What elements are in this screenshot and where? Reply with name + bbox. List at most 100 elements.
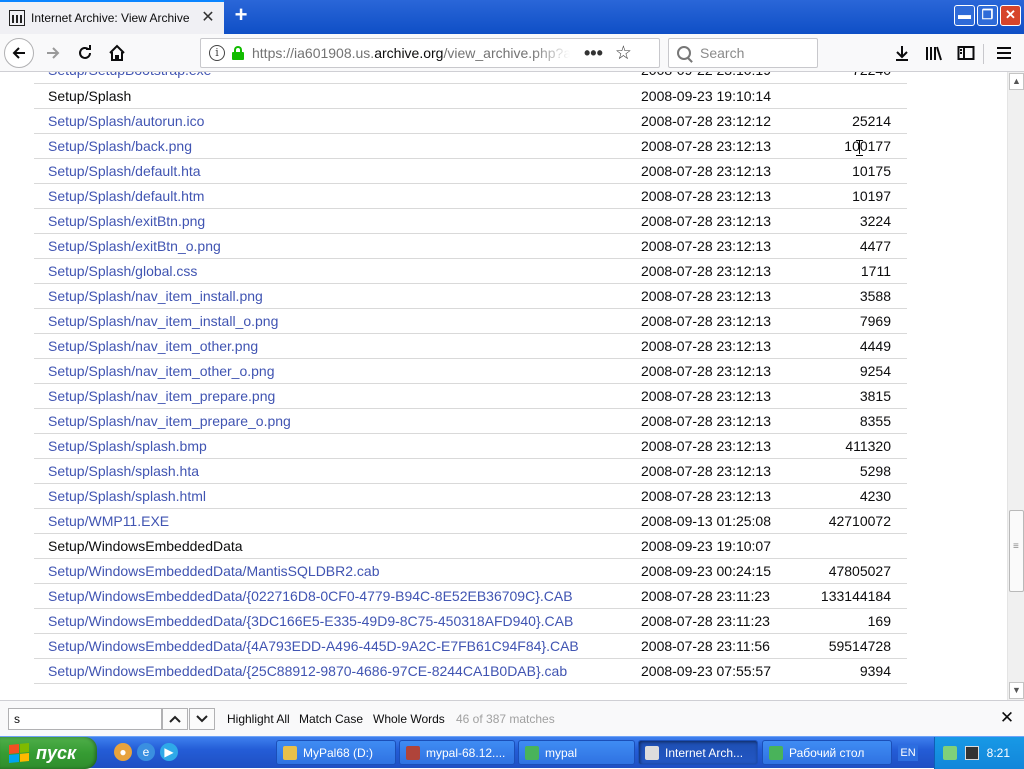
- language-indicator[interactable]: EN: [898, 745, 918, 761]
- file-link[interactable]: Setup/Splash/default.hta: [48, 163, 201, 179]
- find-previous-button[interactable]: [162, 708, 188, 730]
- forward-button[interactable]: [38, 38, 68, 68]
- library-icon: [926, 46, 942, 61]
- download-icon: [896, 46, 908, 61]
- lock-icon[interactable]: [232, 46, 244, 60]
- file-size: 72240: [811, 72, 907, 84]
- windows-logo-icon: [9, 742, 29, 764]
- internet-explorer-icon[interactable]: e: [137, 743, 155, 761]
- file-link[interactable]: Setup/WindowsEmbeddedData/{25C88912-9870…: [48, 663, 567, 679]
- file-size: 10175: [811, 158, 907, 184]
- table-row: Setup/WindowsEmbeddedData/MantisSQLDBR2.…: [34, 558, 907, 584]
- file-link[interactable]: Setup/Splash/nav_item_prepare_o.png: [48, 413, 291, 429]
- vertical-scrollbar[interactable]: ▲ ▼: [1007, 72, 1024, 700]
- file-date: 2008-09-23 19:10:07: [641, 533, 811, 559]
- file-link[interactable]: Setup/WindowsEmbeddedData/{022716D8-0CF0…: [48, 588, 573, 604]
- scroll-up-arrow-icon[interactable]: ▲: [1009, 73, 1024, 90]
- file-link[interactable]: Setup/WindowsEmbeddedData/{4A793EDD-A496…: [48, 638, 579, 654]
- highlight-all-toggle[interactable]: Highlight All: [227, 712, 290, 726]
- file-link[interactable]: Setup/Splash/exitBtn.png: [48, 213, 205, 229]
- table-row: Setup/Splash/splash.hta 2008-07-28 23:12:…: [34, 458, 907, 484]
- file-date: 2008-09-13 01:25:08: [641, 508, 811, 534]
- file-link[interactable]: Setup/Splash/splash.hta: [48, 463, 199, 479]
- file-date: 2008-07-28 23:12:13: [641, 408, 811, 434]
- search-input[interactable]: Search: [668, 38, 818, 68]
- start-button[interactable]: пуск: [0, 737, 97, 769]
- file-link[interactable]: Setup/Splash/default.htm: [48, 188, 204, 204]
- table-row: Setup/WindowsEmbeddedData/{022716D8-0CF0…: [34, 583, 907, 609]
- file-size: 169: [811, 608, 907, 634]
- monitor-icon[interactable]: [965, 746, 979, 760]
- window-minimize-button[interactable]: ▬: [954, 5, 975, 26]
- file-link[interactable]: Setup/Splash/splash.html: [48, 488, 206, 504]
- navigation-toolbar: i https://ia601908.us.archive.org/view_a…: [0, 34, 1024, 72]
- scroll-down-arrow-icon[interactable]: ▼: [1009, 682, 1024, 699]
- file-date: 2008-07-28 23:11:23: [641, 608, 811, 634]
- file-link[interactable]: Setup/Splash/nav_item_prepare.png: [48, 388, 275, 404]
- taskbar: пуск ● e ▶ MyPal68 (D:) mypal-68.12.... my…: [0, 736, 1024, 769]
- file-link[interactable]: Setup/WindowsEmbeddedData/{3DC166E5-E335…: [48, 613, 573, 629]
- url-bar[interactable]: i https://ia601908.us.archive.org/view_a…: [200, 38, 660, 68]
- file-link[interactable]: Setup/Splash/exitBtn_o.png: [48, 238, 221, 254]
- taskbar-button[interactable]: mypal: [518, 740, 635, 765]
- sidebar-button[interactable]: [952, 38, 980, 68]
- url-text[interactable]: https://ia601908.us.archive.org/view_arc…: [252, 45, 570, 61]
- file-link[interactable]: Setup/WMP11.EXE: [48, 513, 169, 529]
- file-link[interactable]: Setup/Splash/global.css: [48, 263, 197, 279]
- tab-close-icon[interactable]: ✕: [200, 10, 216, 26]
- table-row: Setup/Splash/exitBtn_o.png 2008-07-28 23:…: [34, 233, 907, 259]
- downloads-button[interactable]: [888, 38, 916, 68]
- file-link[interactable]: Setup/Splash/splash.bmp: [48, 438, 207, 454]
- file-link[interactable]: Setup/Splash/autorun.ico: [48, 113, 204, 129]
- taskbar-button[interactable]: MyPal68 (D:): [276, 740, 396, 765]
- file-link[interactable]: Setup/Splash/nav_item_install_o.png: [48, 313, 278, 329]
- reload-button[interactable]: [70, 38, 100, 68]
- file-link[interactable]: Setup/Splash/nav_item_other.png: [48, 338, 258, 354]
- menu-button[interactable]: [990, 38, 1018, 68]
- file-link[interactable]: Setup/WindowsEmbeddedData/MantisSQLDBR2.…: [48, 563, 380, 579]
- table-row: Setup/Splash/nav_item_install_o.png 2008-…: [34, 308, 907, 334]
- file-link[interactable]: Setup/Splash/nav_item_install.png: [48, 288, 263, 304]
- firefox-icon[interactable]: ●: [114, 743, 132, 761]
- find-close-icon[interactable]: ✕: [998, 709, 1016, 727]
- file-size: 10197: [811, 183, 907, 209]
- match-case-toggle[interactable]: Match Case: [299, 712, 363, 726]
- media-player-icon[interactable]: ▶: [160, 743, 178, 761]
- file-date: 2008-07-28 23:12:12: [641, 108, 811, 134]
- file-date: 2008-07-28 23:12:13: [641, 483, 811, 509]
- file-date: 2008-07-28 23:12:13: [641, 333, 811, 359]
- taskbar-button[interactable]: Рабочий стол: [762, 740, 892, 765]
- table-row: Setup/Splash/nav_item_prepare_o.png 2008-…: [34, 408, 907, 434]
- file-link[interactable]: Setup/SetupBootstrap.exe: [48, 72, 211, 78]
- scroll-thumb[interactable]: [1009, 510, 1024, 592]
- find-input[interactable]: s: [8, 708, 162, 730]
- start-label: пуск: [36, 742, 77, 763]
- network-icon[interactable]: [943, 746, 957, 760]
- file-size: 4477: [811, 233, 907, 259]
- file-size: 1711: [811, 258, 907, 284]
- more-icon[interactable]: •••: [584, 43, 603, 64]
- new-tab-button[interactable]: +: [230, 4, 252, 28]
- home-button[interactable]: [102, 38, 132, 68]
- info-icon[interactable]: i: [209, 45, 225, 61]
- file-link[interactable]: Setup/Splash/nav_item_other_o.png: [48, 363, 275, 379]
- find-next-button[interactable]: [189, 708, 215, 730]
- file-link[interactable]: Setup/Splash/back.png: [48, 138, 192, 154]
- window-close-button[interactable]: ✕: [1000, 5, 1021, 26]
- whole-words-toggle[interactable]: Whole Words: [373, 712, 445, 726]
- star-icon[interactable]: ☆: [615, 42, 632, 65]
- task-app-icon: [406, 745, 420, 760]
- file-size: 5298: [811, 458, 907, 484]
- window-maximize-button[interactable]: ❐: [977, 5, 998, 26]
- table-row: Setup/Splash/global.css 2008-07-28 23:12:…: [34, 258, 907, 284]
- tab-active[interactable]: Internet Archive: View Archive ✕: [0, 0, 224, 34]
- file-date: 2008-09-22 23:10:19: [641, 72, 811, 84]
- library-button[interactable]: [920, 38, 948, 68]
- file-size: 7969: [811, 308, 907, 334]
- taskbar-button[interactable]: Internet Arch...: [638, 740, 758, 765]
- table-row: Setup/Splash/splash.bmp 2008-07-28 23:12:…: [34, 433, 907, 459]
- back-button[interactable]: [4, 38, 34, 68]
- table-row: Setup/Splash/nav_item_other.png 2008-07-2…: [34, 333, 907, 359]
- search-placeholder: Search: [700, 45, 745, 61]
- taskbar-button[interactable]: mypal-68.12....: [399, 740, 515, 765]
